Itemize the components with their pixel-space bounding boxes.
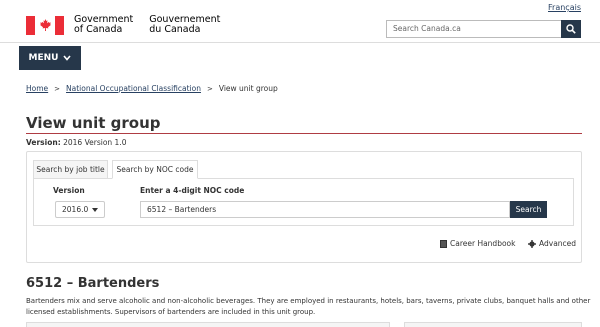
details-panel-left <box>26 322 390 327</box>
version-select-value: 2016.0 <box>62 205 89 214</box>
details-panel-right <box>404 322 582 327</box>
breadcrumb-home[interactable]: Home <box>26 84 48 93</box>
career-handbook-label: Career Handbook <box>450 239 516 248</box>
chevron-down-icon <box>63 55 72 61</box>
maple-leaf-icon <box>39 19 51 31</box>
menu-divider <box>0 42 600 43</box>
government-signature[interactable]: Government of Canada Gouvernement du Can… <box>26 14 236 36</box>
wordmark-fr-line2: du Canada <box>149 24 201 35</box>
page-title: View unit group <box>26 114 161 132</box>
breadcrumb: Home > National Occupational Classificat… <box>26 84 278 93</box>
menu-button[interactable]: MENU <box>19 46 81 70</box>
version-select-label: Version <box>53 186 85 195</box>
version-label: Version: <box>26 138 61 147</box>
menu-label: MENU <box>28 53 59 63</box>
breadcrumb-separator: > <box>206 84 213 93</box>
noc-search-button[interactable]: Search <box>510 201 547 218</box>
breadcrumb-noc[interactable]: National Occupational Classification <box>66 84 201 93</box>
tab-search-by-noc-code[interactable]: Search by NOC code <box>112 160 198 179</box>
wordmark: Government of Canada Gouvernement du Can… <box>74 15 236 35</box>
site-search-button[interactable] <box>561 20 581 38</box>
advanced-link[interactable]: Advanced <box>528 239 576 248</box>
search-icon <box>566 24 576 34</box>
tab-search-by-job-title[interactable]: Search by job title <box>33 160 108 179</box>
dropdown-arrow-icon <box>92 207 98 212</box>
version-value: 2016 Version 1.0 <box>63 138 127 147</box>
unit-group-description: Bartenders mix and serve alcoholic and n… <box>26 297 591 316</box>
career-handbook-link[interactable]: Career Handbook <box>440 239 515 248</box>
title-underline <box>26 133 582 134</box>
site-search-input[interactable]: Search Canada.ca <box>386 20 562 38</box>
unit-group-title: 6512 – Bartenders <box>26 276 160 291</box>
breadcrumb-separator: > <box>54 84 61 93</box>
breadcrumb-current: View unit group <box>218 84 278 93</box>
gear-icon <box>528 239 536 248</box>
canada-flag-icon <box>26 15 64 35</box>
version-info: Version: 2016 Version 1.0 <box>26 138 126 147</box>
noc-code-label: Enter a 4-digit NOC code <box>140 186 245 195</box>
version-select[interactable]: 2016.0 <box>55 201 105 218</box>
advanced-label: Advanced <box>539 239 577 248</box>
book-icon <box>440 239 447 248</box>
wordmark-en-line2: of Canada <box>74 24 123 35</box>
noc-code-input[interactable]: 6512 – Bartenders <box>140 201 510 218</box>
language-toggle-link[interactable]: Français <box>548 3 581 12</box>
